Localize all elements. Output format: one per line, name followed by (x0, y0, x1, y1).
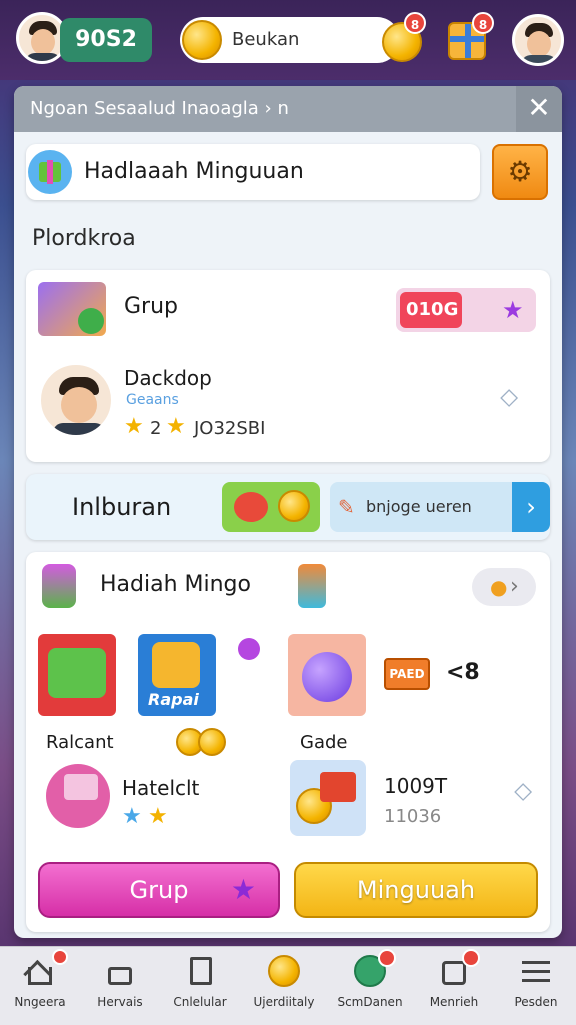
group-button-label: Grup (129, 876, 189, 904)
score-display: 90S2 (60, 18, 152, 62)
chevron-right-icon[interactable]: › (512, 482, 550, 532)
reward-item-count: <8 (446, 660, 480, 685)
search-text: bnjoge ueren (366, 497, 472, 516)
profile-name: Dackdop (124, 366, 212, 390)
reward-item-label: Ralcant (46, 732, 114, 753)
group-button[interactable]: Grup ★ (38, 862, 280, 918)
reward-item-cup[interactable]: Rapai (138, 634, 216, 716)
coin-icon (268, 955, 300, 987)
pencil-icon: ✎ (338, 495, 355, 519)
reward-item-potion[interactable] (288, 634, 366, 716)
gear-icon: ⚙ (507, 155, 533, 188)
nav-item-puzzle[interactable]: Menrieh (418, 947, 490, 1025)
coin-icon (182, 20, 222, 60)
gift-badge: 8 (472, 12, 494, 34)
coin-badge: 8 (404, 12, 426, 34)
profile-subtitle: Geaans (126, 392, 179, 408)
chevron-right-icon: › (510, 574, 519, 599)
group-title: Grup (124, 294, 179, 319)
more-rewards-button[interactable]: ● › (472, 568, 536, 606)
reward-item-label: Rapai (148, 690, 199, 709)
reward-row2-sub: 11036 (384, 806, 442, 827)
top-bar: 90S2 Beukan 8 8 (0, 0, 576, 80)
weekly-reward-bar[interactable]: Hadlaaah Minguuan (26, 144, 480, 200)
game-thumbnail-icon[interactable] (222, 482, 320, 532)
weekly-gift-icon (28, 150, 72, 194)
nav-item-coin[interactable]: Ujerdiitaly (248, 947, 320, 1025)
star-icon: ★ (166, 414, 186, 439)
entertainment-row: Inlburan ✎ bnjoge ueren › (26, 474, 550, 540)
nav-label: Menrieh (429, 995, 479, 1009)
panel-title: Ngoan Sesaalud Inaoagla › n (30, 98, 289, 119)
group-card: Grup 010G ★ Dackdop Geaans ★ 2 ★ JO32SBI… (26, 270, 550, 462)
star-icon: ★ (122, 804, 142, 829)
star-icon: ★ (502, 296, 524, 324)
menu-icon (520, 955, 552, 987)
nav-item-book[interactable]: Cnlelular (164, 947, 236, 1025)
house-icon (104, 955, 136, 987)
nav-label: ScmDanen (337, 995, 403, 1009)
entertainment-label: Inlburan (72, 493, 172, 521)
reward-row2-name: Hatelclt (122, 776, 200, 800)
rewards-title: Hadiah Mingo (100, 572, 251, 597)
reward-row2-value: 1009T (384, 774, 448, 798)
profile-avatar[interactable] (38, 362, 114, 438)
home-icon (23, 955, 56, 989)
group-badge[interactable]: 010G ★ (396, 288, 536, 332)
settings-button[interactable]: ⚙ (492, 144, 548, 200)
reward-item-tag[interactable]: PAED (384, 658, 430, 690)
friend-avatar[interactable] (512, 14, 564, 66)
close-button[interactable]: ✕ (516, 86, 562, 132)
nav-item-globe[interactable]: ScmDanen (334, 947, 406, 1025)
nav-label: Cnlelular (173, 995, 227, 1009)
bottom-navigation: Nngeera Hervais Cnlelular Ujerdiitaly Sc… (0, 946, 576, 1025)
nav-label: Hervais (97, 995, 143, 1009)
book-icon (184, 955, 216, 987)
nav-item-menu[interactable]: Pesden (500, 947, 572, 1025)
group-gift-icon (38, 282, 106, 336)
nav-label: Pesden (514, 995, 558, 1009)
star-icon: ★ (230, 873, 256, 906)
weekly-rewards-card: Hadiah Mingo ● › Ralcant Rapai Gade PAED… (26, 552, 550, 932)
coin-balance[interactable]: Beukan (180, 17, 400, 63)
profile-id: JO32SBI (194, 418, 266, 439)
star-icon: ★ (148, 804, 168, 829)
coin-small-icon: ● (490, 575, 508, 599)
expand-chevron-icon[interactable]: ⬦ (500, 382, 518, 413)
nav-label: Nngeera (14, 995, 66, 1009)
reward-item-label: Gade (300, 732, 348, 753)
expand-chevron-icon[interactable]: ⬦ (514, 776, 532, 807)
panel-header: Ngoan Sesaalud Inaoagla › n ✕ (14, 86, 562, 132)
nav-label: Ujerdiitaly (253, 995, 315, 1009)
trophy-icon (42, 564, 76, 608)
section-label: Plordkroa (32, 226, 136, 251)
profile-rating: 2 (150, 418, 162, 439)
cup-icon (298, 564, 326, 608)
coin-label: Beukan (232, 29, 300, 50)
nav-item-house[interactable]: Hervais (84, 947, 156, 1025)
weekly-button[interactable]: Minguuah (294, 862, 538, 918)
rewards-panel: Ngoan Sesaalud Inaoagla › n ✕ Hadlaaah M… (14, 86, 562, 938)
group-badge-text: 010G (406, 299, 459, 320)
star-icon: ★ (124, 414, 144, 439)
reward-item-gift[interactable] (38, 634, 116, 716)
info-dot-icon (238, 638, 260, 660)
nav-item-home[interactable]: Nngeera (4, 947, 76, 1025)
coin-icon (198, 728, 226, 756)
search-box[interactable]: ✎ bnjoge ueren (330, 482, 538, 532)
reward-item-candy[interactable] (46, 764, 110, 828)
weekly-title: Hadlaaah Minguuan (84, 159, 304, 184)
reward-item-coins[interactable] (290, 760, 366, 836)
